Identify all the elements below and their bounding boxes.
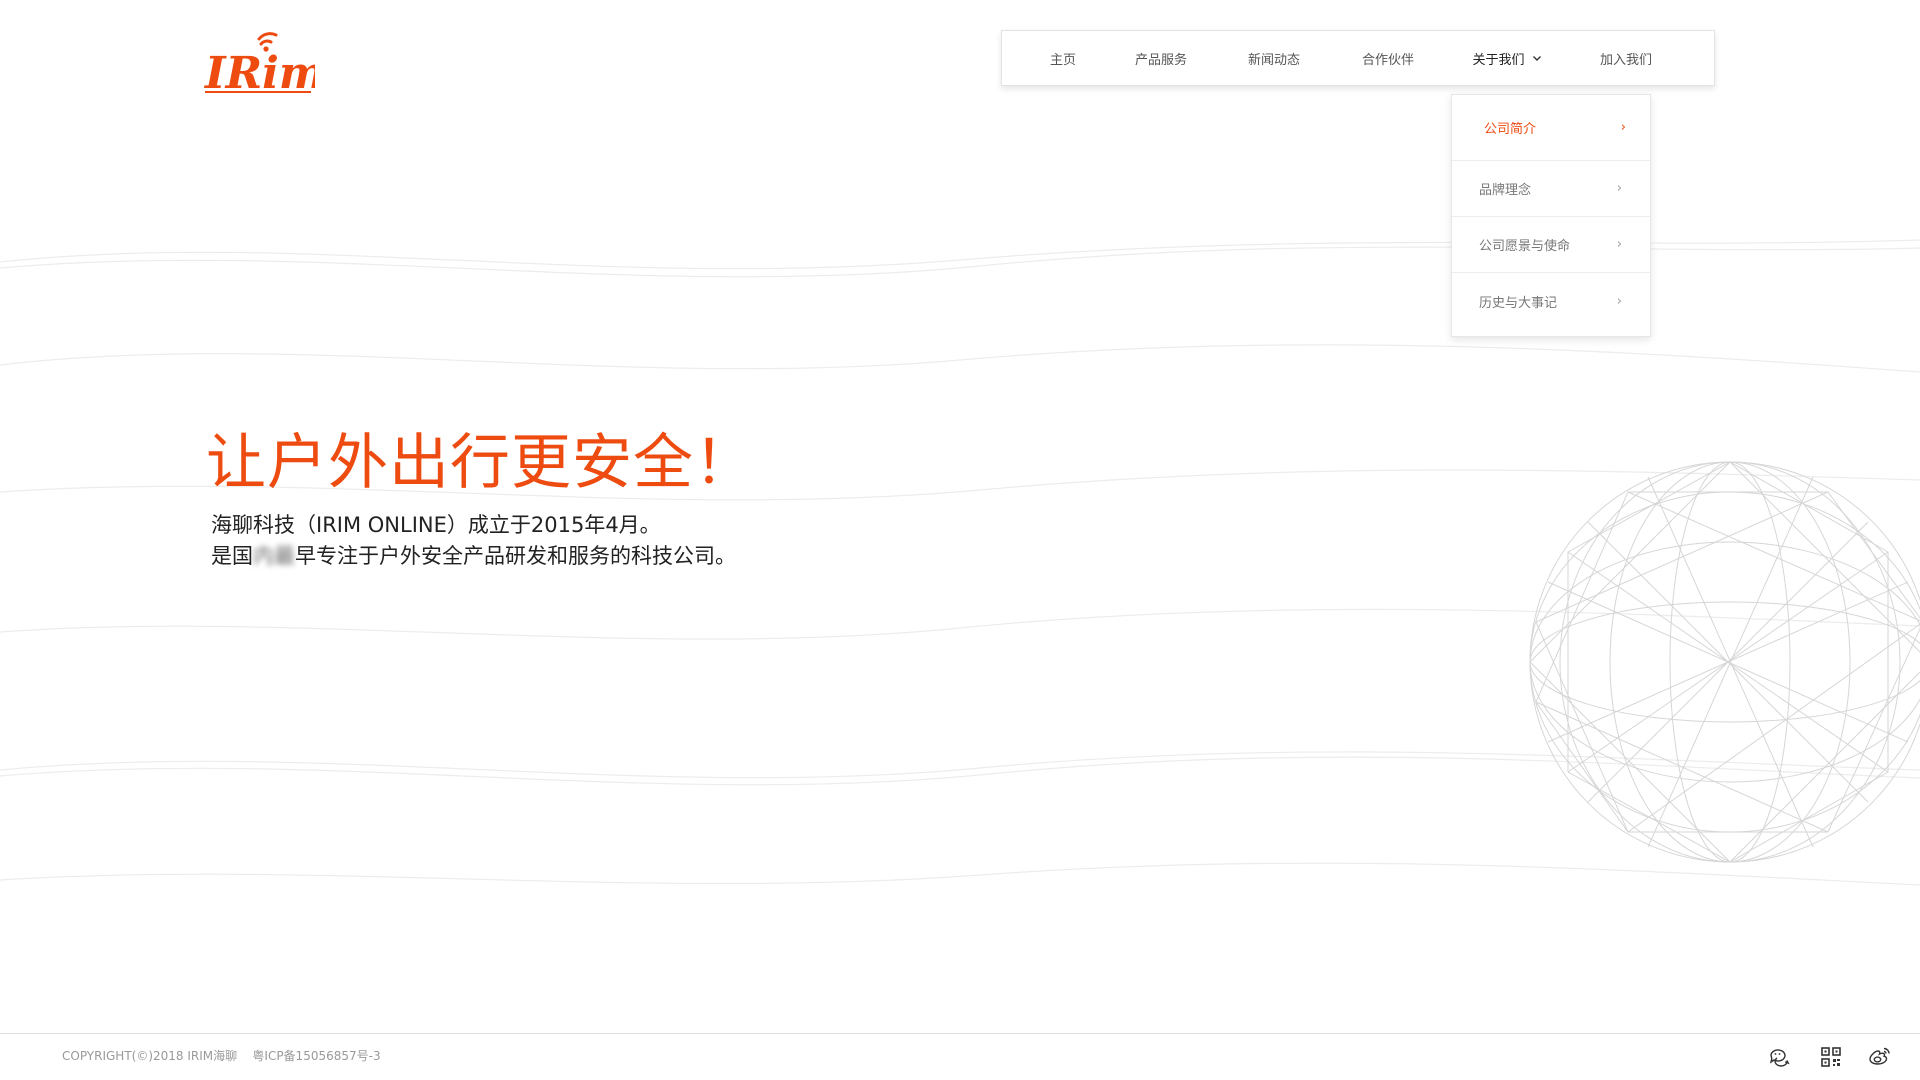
- nav-item-news[interactable]: 新闻动态: [1216, 31, 1332, 85]
- nav-item-home[interactable]: 主页: [1020, 31, 1106, 85]
- chevron-right-icon: ›: [1616, 293, 1622, 309]
- dropdown-item-label: 品牌理念: [1479, 183, 1532, 198]
- nav-item-about[interactable]: 关于我们: [1444, 31, 1570, 85]
- logo-text: IRim: [203, 48, 315, 96]
- logo-mark: IRim: [203, 32, 325, 99]
- wireframe-globe-graphic: [1529, 461, 1920, 863]
- footer: COPYRIGHT(©)2018 IRIM海聊 粤ICP备15056857号-3: [0, 1033, 1920, 1080]
- nav-item-label: 主页: [1049, 52, 1076, 68]
- hero-description-line-1: 海聊科技（IRIM ONLINE）成立于2015年4月。: [211, 513, 661, 537]
- chevron-down-icon: [1532, 56, 1541, 61]
- nav-item-label: 关于我们: [1472, 52, 1525, 68]
- dropdown-item-history[interactable]: 历史与大事记 ›: [1452, 273, 1650, 329]
- irim-logo[interactable]: IRim: [203, 30, 325, 99]
- nav-item-label: 产品服务: [1134, 52, 1187, 68]
- hero-description: 海聊科技（IRIM ONLINE）成立于2015年4月。 是国内最早专注于户外安…: [211, 510, 736, 572]
- nav-item-label: 合作伙伴: [1361, 52, 1414, 68]
- about-dropdown-menu: 公司简介 › 品牌理念 › 公司愿景与使命 › 历史与大事记 ›: [1451, 94, 1651, 337]
- main-nav: 主页 产品服务 新闻动态 合作伙伴 关于我们 加入我们: [1001, 30, 1715, 86]
- nav-item-join[interactable]: 加入我们: [1570, 31, 1682, 85]
- hero-title: 让户外出行更安全！: [206, 428, 755, 498]
- hero-line-2-suffix: 早专注于户外安全产品研发和服务的科技公司。: [295, 544, 736, 568]
- dropdown-item-label: 公司简介: [1484, 122, 1537, 137]
- dropdown-item-vision-mission[interactable]: 公司愿景与使命 ›: [1452, 217, 1650, 273]
- chevron-right-icon: ›: [1616, 181, 1622, 196]
- weibo-icon[interactable]: [1869, 1046, 1891, 1068]
- dropdown-item-label: 历史与大事记: [1479, 295, 1558, 311]
- nav-item-partners[interactable]: 合作伙伴: [1332, 31, 1444, 85]
- nav-item-label: 新闻动态: [1247, 52, 1300, 68]
- nav-item-products[interactable]: 产品服务: [1106, 31, 1216, 85]
- chevron-right-icon: ›: [1616, 237, 1622, 252]
- wechat-icon[interactable]: [1768, 1046, 1790, 1068]
- nav-item-label: 加入我们: [1599, 52, 1652, 68]
- qr-code-icon[interactable]: [1820, 1046, 1842, 1068]
- dropdown-item-brand-philosophy[interactable]: 品牌理念 ›: [1452, 161, 1650, 217]
- hero-line-2-blurred: 内最: [253, 544, 295, 568]
- chevron-right-icon: ›: [1620, 120, 1626, 135]
- dropdown-item-company-profile[interactable]: 公司简介 ›: [1452, 95, 1650, 161]
- hero-line-2-prefix: 是国: [211, 544, 253, 568]
- hero-description-line-2: 是国内最早专注于户外安全产品研发和服务的科技公司。: [211, 541, 736, 572]
- copyright-text: COPYRIGHT(©)2018 IRIM海聊 粤ICP备15056857号-3: [62, 1049, 381, 1063]
- dropdown-item-label: 公司愿景与使命: [1479, 239, 1571, 254]
